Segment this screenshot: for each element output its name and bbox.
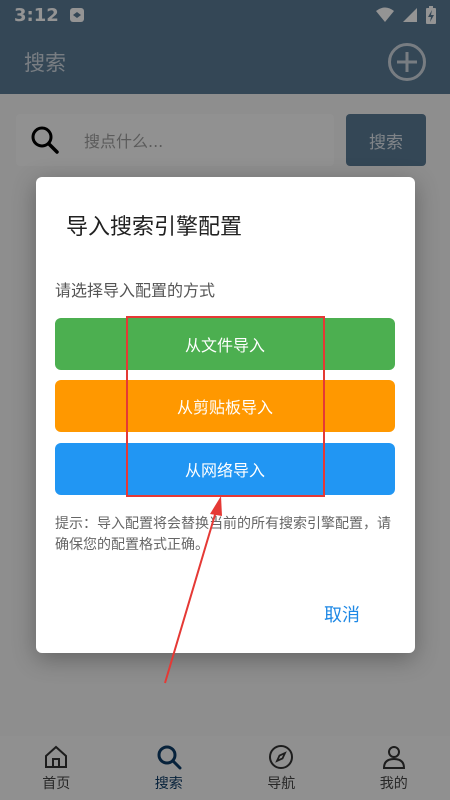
annotation-arrow	[164, 496, 222, 684]
